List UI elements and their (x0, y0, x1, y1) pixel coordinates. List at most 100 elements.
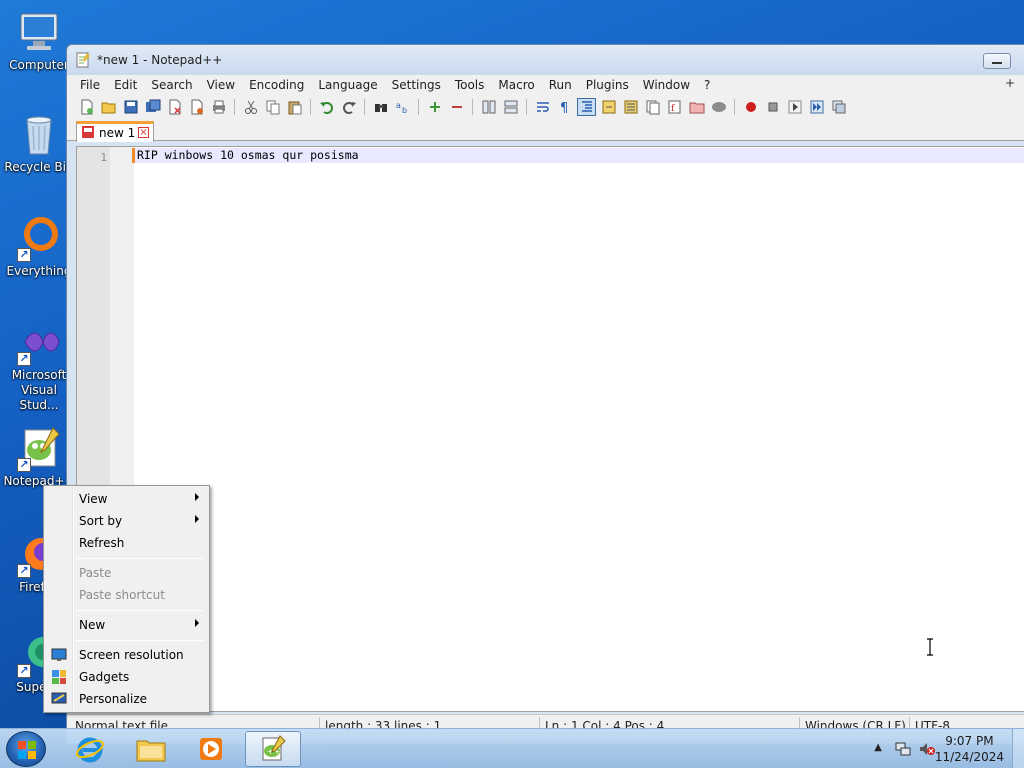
menu-settings[interactable]: Settings (385, 78, 448, 92)
window-titlebar[interactable]: *new 1 - Notepad++ (67, 45, 1024, 75)
zoom-in-button[interactable] (425, 98, 444, 116)
tab-close-icon[interactable]: × (138, 127, 149, 138)
sync-horizontal-button[interactable] (501, 98, 520, 116)
stop-macro-button[interactable] (763, 98, 782, 116)
volume-muted-icon[interactable] (918, 740, 936, 758)
context-menu-view[interactable]: View (46, 488, 207, 510)
tab-bar: new 1 × (67, 119, 1024, 142)
replace-button[interactable]: ab (393, 98, 412, 116)
undo-button[interactable] (317, 98, 336, 116)
fast-forward-icon (810, 100, 823, 114)
run-macro-multiple-button[interactable] (807, 98, 826, 116)
svg-text:¶: ¶ (560, 101, 568, 115)
menu-item-label: Gadgets (79, 670, 130, 684)
editor-line-text[interactable]: RIP winbows 10 osmas qur posisma (137, 148, 359, 163)
menu-tools[interactable]: Tools (448, 78, 492, 92)
word-wrap-icon (536, 102, 549, 112)
shortcut-arrow-icon: ↗ (17, 248, 31, 262)
menu-language[interactable]: Language (311, 78, 384, 92)
shortcut-arrow-icon: ↗ (17, 352, 31, 366)
menu-run[interactable]: Run (542, 78, 579, 92)
start-button[interactable] (6, 731, 46, 767)
zoom-out-button[interactable] (447, 98, 466, 116)
menu-help[interactable]: ? (697, 78, 717, 92)
close-file-button[interactable] (165, 98, 184, 116)
find-button[interactable] (371, 98, 390, 116)
tab-new-1[interactable]: new 1 × (76, 121, 154, 142)
save-all-button[interactable] (143, 98, 162, 116)
document-list-button[interactable] (643, 98, 662, 116)
play-icon (788, 100, 801, 114)
open-file-button[interactable] (99, 98, 118, 116)
print-icon (212, 100, 225, 114)
play-macro-button[interactable] (785, 98, 804, 116)
taskbar-notepad-plus-plus[interactable]: ++ (245, 731, 301, 767)
context-menu-new[interactable]: New (46, 614, 207, 636)
sync-vertical-button[interactable] (479, 98, 498, 116)
save-macro-button[interactable] (829, 98, 848, 116)
menu-plugins[interactable]: Plugins (579, 78, 636, 92)
folder-as-workspace-button[interactable] (687, 98, 706, 116)
copy-button[interactable] (263, 98, 282, 116)
menu-file[interactable]: File (73, 78, 107, 92)
redo-button[interactable] (339, 98, 358, 116)
paste-button[interactable] (285, 98, 304, 116)
menu-edit[interactable]: Edit (107, 78, 144, 92)
taskbar-clock[interactable]: 9:07 PM 11/24/2024 (935, 733, 1004, 765)
taskbar-internet-explorer[interactable] (62, 731, 118, 767)
menu-separator (76, 610, 204, 611)
i-beam-cursor-icon (927, 638, 933, 656)
context-menu-personalize[interactable]: Personalize (46, 688, 207, 710)
monitoring-button[interactable] (709, 98, 728, 116)
cut-button[interactable] (241, 98, 260, 116)
windows-logo-icon (18, 741, 36, 759)
record-macro-button[interactable] (741, 98, 760, 116)
document-map-button[interactable] (621, 98, 640, 116)
menu-view[interactable]: View (200, 78, 242, 92)
tab-label: new 1 (99, 126, 136, 140)
print-button[interactable] (209, 98, 228, 116)
line-number: 1 (100, 151, 107, 164)
toolbar-separator (734, 99, 735, 115)
new-file-button[interactable] (77, 98, 96, 116)
shortcut-arrow-icon: ↗ (17, 458, 31, 472)
menu-search[interactable]: Search (144, 78, 199, 92)
minimize-button[interactable] (983, 53, 1011, 69)
word-wrap-button[interactable] (533, 98, 552, 116)
taskbar: ++ ▲ 9:07 PM 11/24/2024 (0, 728, 1024, 768)
taskbar-media-player[interactable] (183, 731, 239, 767)
context-menu-screen-resolution[interactable]: Screen resolution (46, 644, 207, 666)
save-button[interactable] (121, 98, 140, 116)
function-list-icon: f (668, 100, 680, 114)
submenu-arrow-icon (195, 515, 199, 523)
context-menu-gadgets[interactable]: Gadgets (46, 666, 207, 688)
menu-encoding[interactable]: Encoding (242, 78, 311, 92)
menu-window[interactable]: Window (636, 78, 697, 92)
unsaved-file-icon (81, 125, 95, 142)
recycle-bin-icon (15, 110, 63, 158)
context-menu-sort-by[interactable]: Sort by (46, 510, 207, 532)
desktop-context-menu: View Sort by Refresh Paste Paste shortcu… (43, 485, 210, 713)
menu-separator (76, 640, 204, 641)
taskbar-file-explorer[interactable] (123, 731, 179, 767)
stop-icon (768, 102, 777, 112)
toolbar-separator (310, 99, 311, 115)
indent-guide-button[interactable] (577, 98, 596, 116)
menu-macro[interactable]: Macro (491, 78, 541, 92)
show-hidden-icons-icon[interactable]: ▲ (874, 742, 882, 753)
add-menu-button[interactable]: + (1005, 76, 1015, 90)
editor-area[interactable]: 1 RIP winbows 10 osmas qur posisma (76, 146, 1024, 712)
close-all-button[interactable] (187, 98, 206, 116)
show-all-characters-button[interactable]: ¶ (555, 98, 574, 116)
screen-resolution-icon (51, 648, 67, 661)
find-icon (374, 104, 387, 112)
show-desktop-button[interactable] (1012, 729, 1024, 768)
user-defined-language-button[interactable] (599, 98, 618, 116)
menu-item-label: Refresh (79, 536, 125, 550)
function-list-button[interactable]: f (665, 98, 684, 116)
indent-guide-icon (581, 101, 592, 112)
internet-explorer-icon (76, 737, 104, 763)
network-icon[interactable] (894, 740, 912, 758)
submenu-arrow-icon (195, 493, 199, 501)
context-menu-refresh[interactable]: Refresh (46, 532, 207, 554)
